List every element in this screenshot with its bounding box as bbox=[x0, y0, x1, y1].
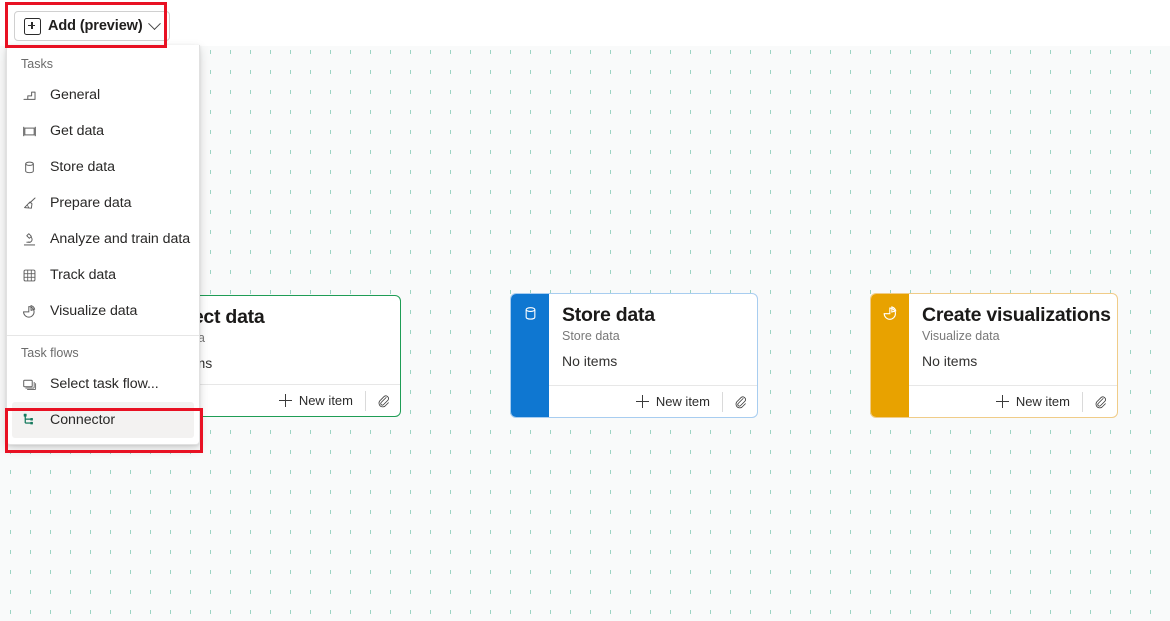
menu-item-label: Analyze and train data bbox=[50, 231, 191, 247]
attach-button[interactable] bbox=[1083, 387, 1117, 417]
add-preview-button[interactable]: Add (preview) bbox=[14, 11, 170, 41]
menu-item-connector[interactable]: Connector bbox=[12, 402, 194, 438]
stacked-windows-icon bbox=[23, 379, 37, 390]
add-button-label: Add (preview) bbox=[48, 18, 143, 34]
card-footer: New item bbox=[909, 385, 1117, 417]
card-footer: New item bbox=[549, 385, 757, 417]
menu-item-label: Prepare data bbox=[50, 195, 132, 211]
menu-item-label: Track data bbox=[50, 267, 116, 283]
square-plus-icon bbox=[24, 17, 41, 35]
card-title: Store data bbox=[562, 304, 655, 326]
menu-item-analyze-and-train-data[interactable]: Analyze and train data bbox=[12, 221, 194, 257]
menu-item-track-data[interactable]: Track data bbox=[12, 257, 194, 293]
card-subtitle: Visualize data bbox=[922, 329, 1000, 343]
attach-button[interactable] bbox=[366, 386, 400, 416]
new-item-label: New item bbox=[298, 393, 353, 408]
card-title: Create visualizations bbox=[922, 304, 1111, 326]
card-body-store: Store data Store data No items New item bbox=[549, 294, 757, 417]
connector-node-icon bbox=[23, 413, 33, 424]
new-item-label: New item bbox=[655, 394, 710, 409]
card-subtitle: Store data bbox=[562, 329, 620, 343]
card-body-visualizations: Create visualizations Visualize data No … bbox=[909, 294, 1117, 417]
paperclip-icon bbox=[735, 396, 746, 409]
attach-button[interactable] bbox=[723, 387, 757, 417]
menu-item-label: Connector bbox=[50, 412, 116, 428]
grid-table-icon bbox=[23, 269, 36, 281]
menu-item-label: Get data bbox=[50, 123, 105, 139]
pie-chart-icon bbox=[23, 304, 36, 318]
plus-icon bbox=[278, 394, 292, 407]
chevron-down-icon bbox=[147, 16, 161, 30]
plus-icon bbox=[635, 395, 649, 408]
card-accent-bar-store bbox=[511, 294, 549, 417]
menu-item-label: General bbox=[50, 87, 101, 103]
menu-item-store-data[interactable]: Store data bbox=[12, 149, 194, 185]
add-dropdown-menu[interactable]: Tasks General Get data Store data Prepar… bbox=[6, 45, 200, 445]
menu-item-get-data[interactable]: Get data bbox=[12, 113, 194, 149]
microscope-icon bbox=[23, 232, 36, 245]
new-item-button[interactable]: New item bbox=[995, 387, 1082, 417]
menu-item-label: Store data bbox=[50, 159, 115, 175]
database-icon bbox=[525, 307, 535, 320]
menu-item-general[interactable]: General bbox=[12, 77, 194, 113]
broom-icon bbox=[24, 196, 36, 209]
menu-section-header-task-flows: Task flows bbox=[21, 346, 79, 360]
menu-divider bbox=[7, 335, 199, 336]
toolbar bbox=[0, 0, 1170, 46]
paperclip-icon bbox=[1095, 396, 1106, 409]
paperclip-icon bbox=[378, 395, 389, 408]
database-icon bbox=[25, 161, 34, 173]
menu-item-prepare-data[interactable]: Prepare data bbox=[12, 185, 194, 221]
card-create-visualizations[interactable]: Create visualizations Visualize data No … bbox=[870, 293, 1118, 418]
stairs-icon bbox=[23, 91, 36, 100]
new-item-button[interactable]: New item bbox=[278, 386, 365, 416]
plus-icon bbox=[995, 395, 1009, 408]
pie-chart-icon bbox=[883, 306, 896, 320]
menu-item-label: Select task flow... bbox=[50, 376, 159, 392]
card-accent-bar-visualizations bbox=[871, 294, 909, 417]
menu-item-label: Visualize data bbox=[50, 303, 138, 319]
new-item-label: New item bbox=[1015, 394, 1070, 409]
new-item-button[interactable]: New item bbox=[635, 387, 722, 417]
menu-item-visualize-data[interactable]: Visualize data bbox=[12, 293, 194, 329]
menu-section-header-tasks: Tasks bbox=[21, 57, 53, 71]
card-items-status: No items bbox=[562, 353, 618, 369]
card-items-status: No items bbox=[922, 353, 978, 369]
card-store-data[interactable]: Store data Store data No items New item bbox=[510, 293, 758, 418]
menu-item-select-task-flow[interactable]: Select task flow... bbox=[12, 366, 194, 402]
pipeline-icon bbox=[23, 126, 36, 136]
